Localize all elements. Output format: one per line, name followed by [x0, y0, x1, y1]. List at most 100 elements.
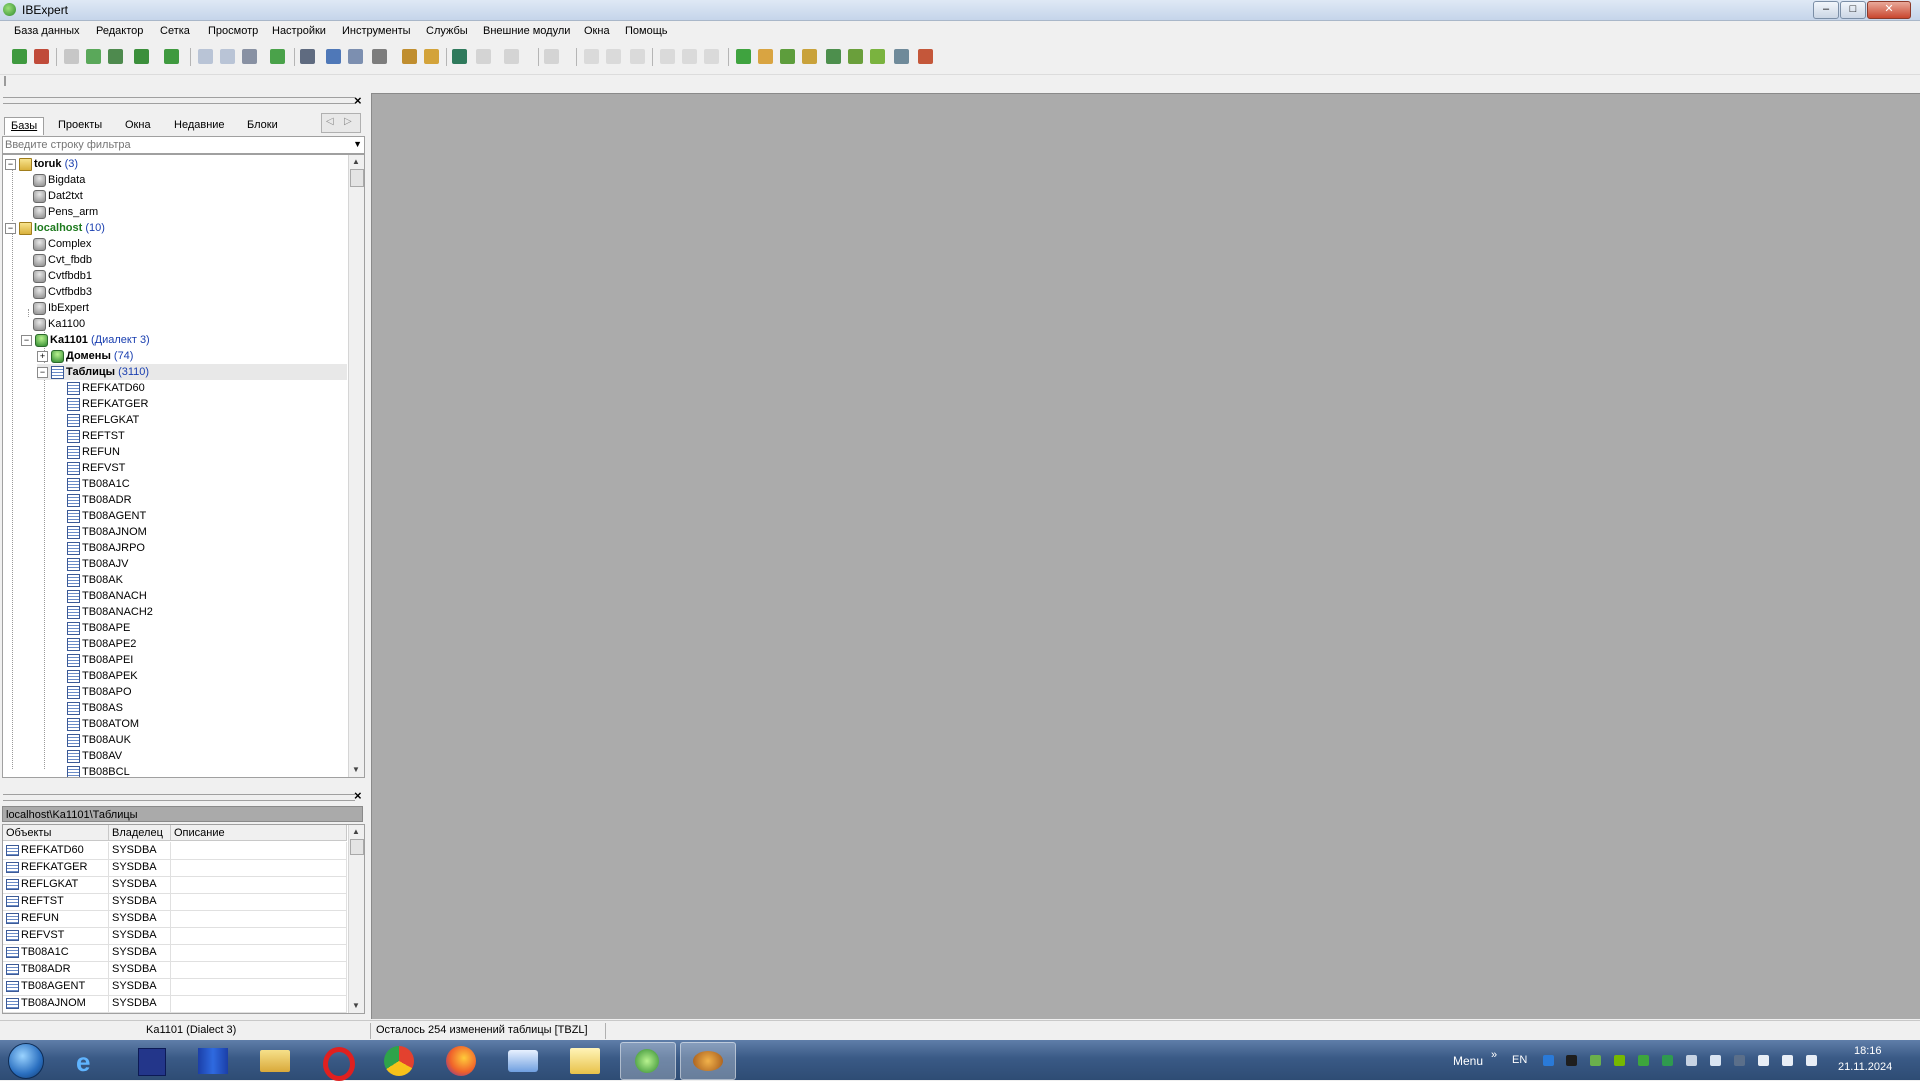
table-row[interactable]: TB08AGENT SYSDBA: [3, 978, 347, 996]
refresh-icon[interactable]: [270, 49, 285, 64]
tray-menu-label[interactable]: Menu: [1453, 1054, 1483, 1068]
menu-view[interactable]: Просмотр: [208, 25, 258, 37]
internet-explorer-taskbar-button[interactable]: e: [62, 1042, 116, 1078]
objects-scrollbar[interactable]: ▲ ▼: [348, 825, 364, 1013]
tree-node-table[interactable]: TB08AK: [67, 572, 123, 588]
tab-projects[interactable]: Проекты: [52, 117, 108, 134]
tree-node-tables[interactable]: − Таблицы (3110): [37, 364, 347, 380]
key-icon[interactable]: [424, 49, 439, 64]
table-row[interactable]: REFKATGER SYSDBA: [3, 859, 347, 877]
tree-node-table[interactable]: TB08ANACH: [67, 588, 147, 604]
nvidia-icon[interactable]: [1614, 1055, 1625, 1066]
menu-tools[interactable]: Инструменты: [342, 25, 411, 37]
tree-node-table[interactable]: TB08APEI: [67, 652, 133, 668]
unregister-database-icon[interactable]: [34, 49, 49, 64]
clock-time[interactable]: 18:16: [1854, 1045, 1882, 1057]
explorer-close-button[interactable]: ×: [354, 93, 362, 108]
table-row[interactable]: TB08A1C SYSDBA: [3, 944, 347, 962]
print-icon[interactable]: [372, 49, 387, 64]
tree-node-table[interactable]: REFLGKAT: [67, 412, 139, 428]
tree-node-database[interactable]: Pens_arm: [33, 204, 98, 220]
tree-node-database[interactable]: Cvt_fbdb: [33, 252, 92, 268]
language-indicator[interactable]: EN: [1512, 1054, 1527, 1066]
tree-node-active-database[interactable]: − Ka1101 (Диалект 3): [21, 332, 150, 348]
menu-plugins[interactable]: Внешние модули: [483, 25, 570, 37]
stop-icon[interactable]: [452, 49, 467, 64]
binoculars-icon[interactable]: [300, 49, 315, 64]
tree-node-table[interactable]: TB08APO: [67, 684, 132, 700]
chrome-taskbar-button[interactable]: [372, 1042, 426, 1078]
tree-node-domains[interactable]: + Домены (74): [37, 348, 133, 364]
ibexpert-taskbar-button[interactable]: [620, 1042, 676, 1080]
new-trigger-icon[interactable]: [802, 49, 817, 64]
tree-node-table[interactable]: TB08APE: [67, 620, 130, 636]
mail-taskbar-button[interactable]: [496, 1042, 550, 1078]
new-role-icon[interactable]: [894, 49, 909, 64]
new-document-icon[interactable]: [198, 49, 213, 64]
tree-node-table[interactable]: TB08ATOM: [67, 716, 139, 732]
explorer-taskbar-button[interactable]: [248, 1042, 302, 1078]
display-icon[interactable]: [1566, 1055, 1577, 1066]
tab-prev-icon[interactable]: ◁: [326, 116, 334, 127]
tree-node-table[interactable]: TB08AJV: [67, 556, 128, 572]
table-row[interactable]: REFUN SYSDBA: [3, 910, 347, 928]
filter-input[interactable]: [3, 137, 347, 153]
tree-node-table[interactable]: REFVST: [67, 460, 125, 476]
volume-icon[interactable]: [1782, 1055, 1793, 1066]
new-procedure-icon[interactable]: [780, 49, 795, 64]
tree-node-database[interactable]: Bigdata: [33, 172, 85, 188]
tree-node-database[interactable]: Cvtfbdb1: [33, 268, 92, 284]
chevron-down-icon[interactable]: ▼: [353, 139, 362, 149]
collapse-icon[interactable]: −: [5, 222, 16, 234]
new-generator-icon[interactable]: [826, 49, 841, 64]
firefox-taskbar-button[interactable]: [434, 1042, 488, 1078]
cloud-icon[interactable]: [1686, 1055, 1697, 1066]
mdi-workspace[interactable]: [371, 93, 1920, 1019]
update-icon[interactable]: [1638, 1055, 1649, 1066]
column-header-description[interactable]: Описание: [171, 825, 347, 841]
table-row[interactable]: TB08AJNOM SYSDBA: [3, 995, 347, 1013]
tree-node-table[interactable]: TB08ADR: [67, 492, 132, 508]
tree-node-table[interactable]: TB08APEK: [67, 668, 138, 684]
app-taskbar-button[interactable]: [680, 1042, 736, 1080]
minimize-button[interactable]: –: [1813, 1, 1839, 19]
collapse-icon[interactable]: −: [21, 334, 32, 346]
tree-node-table[interactable]: TB08AUK: [67, 732, 131, 748]
menu-windows[interactable]: Окна: [584, 25, 610, 37]
scroll-up-icon[interactable]: ▲: [352, 157, 360, 166]
filter-combobox[interactable]: ▼: [2, 136, 365, 154]
network-icon[interactable]: [1734, 1055, 1745, 1066]
table-row[interactable]: REFLGKAT SYSDBA: [3, 876, 347, 894]
tree-node-table[interactable]: TB08A1C: [67, 476, 130, 492]
tree-node-table[interactable]: TB08AJNOM: [67, 524, 147, 540]
scroll-up-icon[interactable]: ▲: [352, 827, 360, 836]
menu-database[interactable]: База данных: [14, 25, 80, 37]
maximize-button[interactable]: □: [1840, 1, 1866, 19]
device-icon[interactable]: [1710, 1055, 1721, 1066]
table-row[interactable]: REFVST SYSDBA: [3, 927, 347, 945]
table-row[interactable]: REFKATD60 SYSDBA: [3, 842, 347, 860]
toolbar-grip[interactable]: [4, 76, 6, 86]
expand-icon[interactable]: +: [37, 350, 48, 362]
tree-node-database[interactable]: Dat2txt: [33, 188, 83, 204]
scroll-down-icon[interactable]: ▼: [352, 765, 360, 774]
tab-recent[interactable]: Недавние: [168, 117, 231, 134]
total-commander-taskbar-button[interactable]: [186, 1042, 240, 1078]
register-database-icon[interactable]: [12, 49, 27, 64]
tab-next-icon[interactable]: ▷: [344, 116, 352, 127]
opera-taskbar-button[interactable]: [310, 1042, 364, 1081]
tree-node-table[interactable]: TB08APE2: [67, 636, 136, 652]
floppy-taskbar-button[interactable]: [124, 1042, 178, 1078]
collapse-icon[interactable]: −: [37, 366, 48, 378]
explorer-grip[interactable]: [3, 97, 355, 104]
disconnect-icon[interactable]: [108, 49, 123, 64]
column-header-owner[interactable]: Владелец: [109, 825, 171, 841]
tree-node-database[interactable]: Complex: [33, 236, 91, 252]
security-icon[interactable]: [1590, 1055, 1601, 1066]
connect-icon[interactable]: [64, 49, 79, 64]
new-table-icon[interactable]: [736, 49, 751, 64]
scroll-down-icon[interactable]: ▼: [352, 1001, 360, 1010]
tree-node-table[interactable]: REFTST: [67, 428, 125, 444]
column-header-objects[interactable]: Объекты: [3, 825, 109, 841]
new-udf-icon[interactable]: [870, 49, 885, 64]
